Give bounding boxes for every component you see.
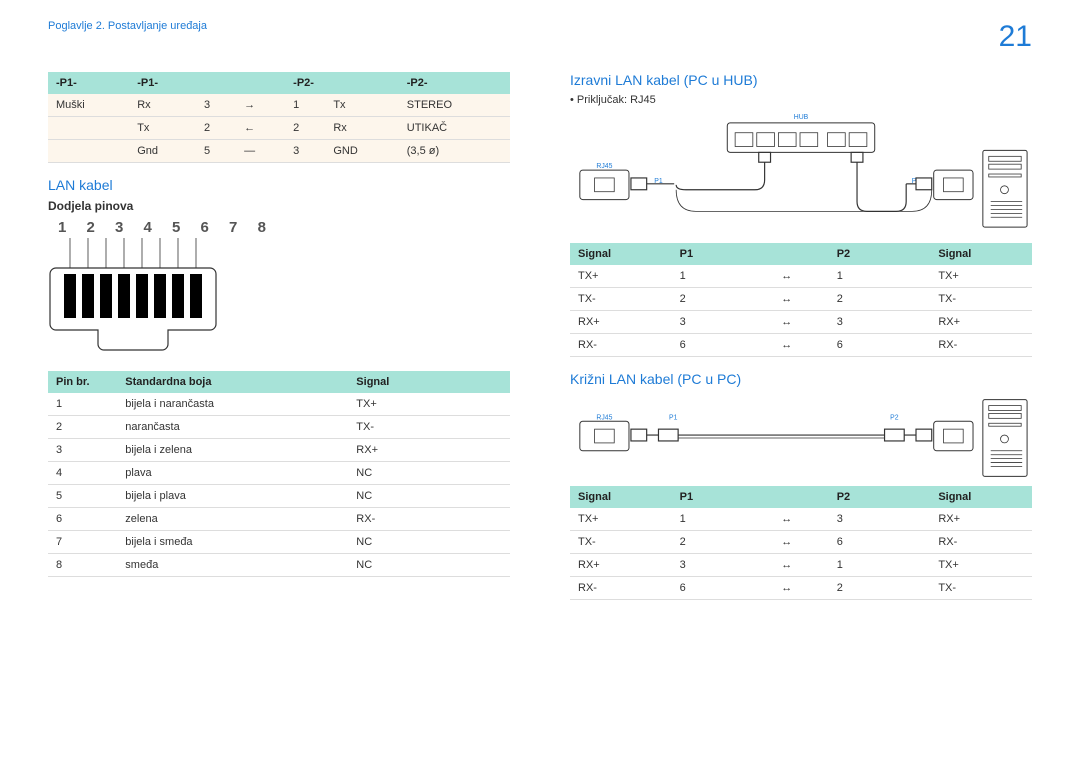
svg-text:RJ45: RJ45	[596, 414, 612, 421]
table-row: 6zelenaRX-	[48, 508, 510, 531]
rj45-port-icon	[580, 170, 629, 199]
table-row: 8smeđaNC	[48, 554, 510, 577]
table-row: RX-6↔2TX-	[570, 577, 1032, 600]
svg-text:P2: P2	[890, 414, 899, 421]
page-header: Poglavlje 2. Postavljanje uređaja 21	[48, 20, 1032, 54]
th: -P1-	[48, 72, 129, 94]
table-row: RX-6↔6RX-	[570, 334, 1032, 357]
th	[236, 72, 285, 94]
table-row: Gnd 5 — 3 GND (3,5 ø)	[48, 140, 510, 163]
table-row: 1bijela i narančastaTX+	[48, 393, 510, 416]
table-row: TX+1↔1TX+	[570, 265, 1032, 288]
rj45-port-icon	[934, 170, 973, 199]
hub-connection-diagram: HUB P2 P1 RJ45 P1 P2	[570, 110, 1032, 240]
subtitle-pins: Dodjela pinova	[48, 199, 510, 213]
direct-lan-table: Signal P1 P2 Signal TX+1↔1TX+ TX-2↔2TX- …	[570, 243, 1032, 357]
breadcrumb: Poglavlje 2. Postavljanje uređaja	[48, 20, 207, 32]
table-row: 2narančastaTX-	[48, 416, 510, 439]
svg-text:RJ45: RJ45	[596, 163, 612, 170]
table-row: Muški Rx 3 → 1 Tx STEREO	[48, 94, 510, 117]
rj45-connector-icon	[48, 238, 248, 358]
th: -P1-	[129, 72, 236, 94]
section-title-direct: Izravni LAN kabel (PC u HUB)	[570, 72, 1032, 88]
hub-label: HUB	[794, 114, 809, 121]
section-title-cross: Križni LAN kabel (PC u PC)	[570, 371, 1032, 387]
pin-color-table: Pin br. Standardna boja Signal 1bijela i…	[48, 371, 510, 577]
svg-text:P1: P1	[669, 414, 678, 421]
table-row: 7bijela i smeđaNC	[48, 531, 510, 554]
table-row: 3bijela i zelenaRX+	[48, 439, 510, 462]
stereo-table: -P1- -P1- -P2- -P2- Muški Rx 3 → 1 Tx ST…	[48, 72, 510, 163]
left-column: -P1- -P1- -P2- -P2- Muški Rx 3 → 1 Tx ST…	[48, 72, 510, 600]
cross-lan-table: Signal P1 P2 Signal TX+1↔3RX+ TX-2↔6RX- …	[570, 486, 1032, 600]
table-row: 5bijela i plavaNC	[48, 485, 510, 508]
table-row: TX+1↔3RX+	[570, 508, 1032, 531]
rj45-connector-diagram: 1 2 3 4 5 6 7 8	[48, 219, 510, 361]
table-row: RX+3↔3RX+	[570, 311, 1032, 334]
connector-bullet: Priključak: RJ45	[570, 94, 1032, 106]
right-column: Izravni LAN kabel (PC u HUB) Priključak:…	[570, 72, 1032, 600]
rj45-port-icon	[580, 421, 629, 450]
rj45-port-icon	[934, 421, 973, 450]
pin-numbers: 1 2 3 4 5 6 7 8	[58, 219, 510, 236]
table-row: RX+3↔1TX+	[570, 554, 1032, 577]
page-number: 21	[999, 20, 1032, 54]
th: -P2-	[285, 72, 399, 94]
table-row: TX-2↔6RX-	[570, 531, 1032, 554]
table-row: TX-2↔2TX-	[570, 288, 1032, 311]
th: -P2-	[399, 72, 510, 94]
pc-tower-icon	[983, 400, 1027, 477]
section-title-lan: LAN kabel	[48, 177, 510, 193]
pc-to-pc-diagram: RJ45 P1 P2	[570, 393, 1032, 483]
table-row: Tx 2 ← 2 Rx UTIKAČ	[48, 117, 510, 140]
table-row: 4plavaNC	[48, 462, 510, 485]
pc-tower-icon	[983, 150, 1027, 227]
